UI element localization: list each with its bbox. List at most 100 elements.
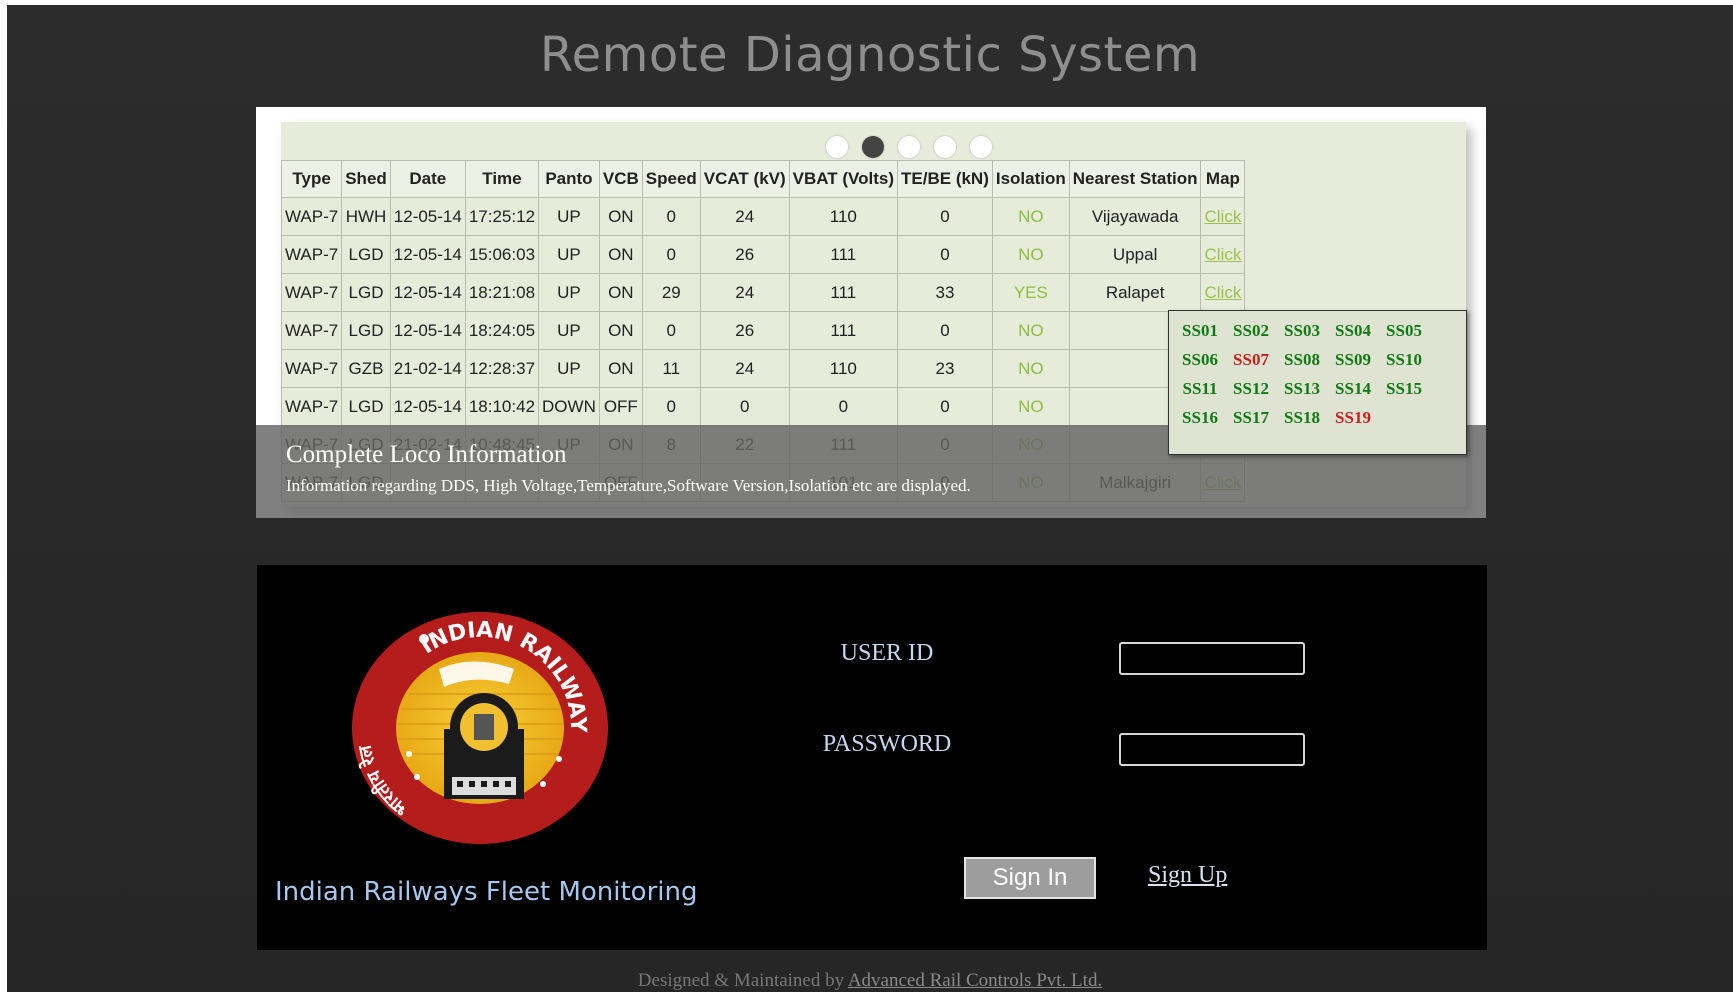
substation-link[interactable]: SS10 — [1376, 350, 1432, 370]
table-cell: 23 — [897, 349, 993, 388]
table-cell: 0 — [641, 387, 701, 426]
substation-link[interactable]: SS02 — [1223, 321, 1279, 341]
table-cell: 0 — [897, 311, 993, 350]
map-click-link[interactable]: Click — [1204, 245, 1241, 264]
slider-dot[interactable] — [934, 136, 956, 158]
slider-dot[interactable] — [970, 136, 992, 158]
table-cell: LGD — [341, 311, 391, 350]
table-cell: 29 — [641, 273, 701, 312]
table-cell: WAP-7 — [281, 235, 343, 274]
substation-link[interactable]: SS18 — [1274, 408, 1330, 428]
table-cell: 17:25:12 — [464, 197, 540, 236]
table-cell: DOWN — [538, 387, 600, 426]
table-cell: NO — [991, 235, 1070, 274]
table-cell: NO — [991, 387, 1070, 426]
table-cell: OFF — [598, 387, 643, 426]
table-cell: ON — [598, 349, 643, 388]
caption-text: Information regarding DDS, High Voltage,… — [286, 476, 971, 495]
map-click-link[interactable]: Click — [1204, 207, 1241, 226]
user-id-label: USER ID — [840, 640, 934, 666]
column-header: Shed — [341, 160, 391, 198]
slider-dot[interactable] — [826, 136, 848, 158]
table-cell: 111 — [788, 273, 899, 312]
password-input[interactable] — [1119, 733, 1305, 766]
table-cell: 11 — [641, 349, 701, 388]
table-cell: 12-05-14 — [389, 273, 466, 312]
table-cell: NO — [991, 349, 1070, 388]
table-cell: 15:06:03 — [464, 235, 540, 274]
substation-link[interactable]: SS01 — [1172, 321, 1228, 341]
table-cell: UP — [538, 349, 600, 388]
table-cell: 24 — [699, 197, 790, 236]
table-cell: WAP-7 — [281, 387, 343, 426]
sign-in-button[interactable]: Sign In — [964, 857, 1096, 899]
column-header: Time — [464, 160, 540, 198]
caption-title: Complete Loco Information — [286, 441, 567, 468]
column-header: Speed — [641, 160, 701, 198]
table-cell: 0 — [641, 197, 701, 236]
substation-link[interactable]: SS15 — [1376, 379, 1432, 399]
page: Remote Diagnostic System Type Shed Date Tim… — [7, 5, 1733, 992]
table-cell: 21-02-14 — [389, 349, 466, 388]
footer-prefix: Designed & Maintained by — [637, 970, 845, 991]
substation-link[interactable]: SS13 — [1274, 379, 1330, 399]
column-header: Panto — [538, 160, 600, 198]
substation-link[interactable]: SS19 — [1325, 408, 1381, 428]
table-cell: LGD — [341, 387, 391, 426]
column-header: Date — [389, 160, 466, 198]
user-id-input[interactable] — [1119, 642, 1305, 675]
company-link[interactable]: Advanced Rail Controls Pvt. Ltd. — [848, 970, 1102, 991]
substation-link[interactable]: SS04 — [1325, 321, 1381, 341]
slider-dot[interactable] — [862, 136, 884, 158]
login-panel: INDIAN RAILWAYS भारतीय रेल Indian Railwa… — [257, 565, 1487, 950]
slider-dot[interactable] — [898, 136, 920, 158]
substation-popup: SS01 SS02 SS03 SS04 SS05 SS06 SS07 SS08 SS09 SS10… — [1168, 310, 1467, 455]
map-click-link[interactable]: Click — [1204, 283, 1241, 302]
table-row: WAP-7 HWH 12-05-14 17:25:12 UP ON 0 24 110 0 NO Vij… — [281, 197, 1246, 236]
table-cell: GZB — [341, 349, 391, 388]
map-cell: Click — [1200, 197, 1246, 236]
table-cell: LGD — [341, 273, 391, 312]
table-cell: 0 — [897, 235, 993, 274]
table-row: WAP-7 LGD 12-05-14 18:21:08 UP ON 29 24 111 33 YES… — [281, 273, 1246, 312]
footer: Designed & Maintained by Advanced Rail C… — [7, 970, 1733, 992]
table-row: WAP-7 GZB 21-02-14 12:28:37 UP ON 11 24 110 23 NO — [281, 349, 1246, 388]
substation-link[interactable]: SS11 — [1172, 379, 1228, 399]
substation-link[interactable]: SS14 — [1325, 379, 1381, 399]
table-cell: HWH — [341, 197, 391, 236]
substation-link[interactable]: SS08 — [1274, 350, 1330, 370]
table-header-row: Type Shed Date Time Panto VCB Speed VCAT (kV) VB… — [281, 160, 1246, 198]
substation-link[interactable]: SS09 — [1325, 350, 1381, 370]
table-cell: 18:24:05 — [464, 311, 540, 350]
slider-dots — [826, 136, 992, 160]
substation-link[interactable]: SS06 — [1172, 350, 1228, 370]
password-label: PASSWORD — [822, 731, 952, 757]
table-cell: 26 — [699, 311, 790, 350]
map-cell: Click — [1200, 235, 1246, 274]
table-cell: 0 — [788, 387, 899, 426]
substation-link[interactable]: SS07 — [1223, 350, 1279, 370]
table-cell: 24 — [699, 273, 790, 312]
substation-link[interactable]: SS03 — [1274, 321, 1330, 341]
table-cell: ON — [598, 311, 643, 350]
table-row: WAP-7 LGD 12-05-14 18:10:42 DOWN OFF 0 0 0 0 NO — [281, 387, 1246, 426]
table-cell: 0 — [641, 311, 701, 350]
table-cell: NO — [991, 311, 1070, 350]
sign-up-link[interactable]: Sign Up — [1148, 862, 1227, 889]
substation-link[interactable]: SS17 — [1223, 408, 1279, 428]
table-cell: ON — [598, 273, 643, 312]
substation-link[interactable]: SS12 — [1223, 379, 1279, 399]
column-header: Nearest Station — [1068, 160, 1202, 198]
map-cell: Click — [1200, 273, 1246, 312]
table-cell: 0 — [641, 235, 701, 274]
column-header: VCAT (kV) — [699, 160, 790, 198]
substation-link[interactable]: SS05 — [1376, 321, 1432, 341]
column-header: VBAT (Volts) — [788, 160, 899, 198]
table-row: WAP-7 LGD 12-05-14 18:24:05 UP ON 0 26 111 0 NO — [281, 311, 1246, 350]
substation-link[interactable]: SS16 — [1172, 408, 1228, 428]
table-cell: 18:21:08 — [464, 273, 540, 312]
column-header: Type — [281, 160, 343, 198]
table-cell: WAP-7 — [281, 273, 343, 312]
table-cell: NO — [991, 197, 1070, 236]
table-cell: Uppal — [1068, 235, 1202, 274]
